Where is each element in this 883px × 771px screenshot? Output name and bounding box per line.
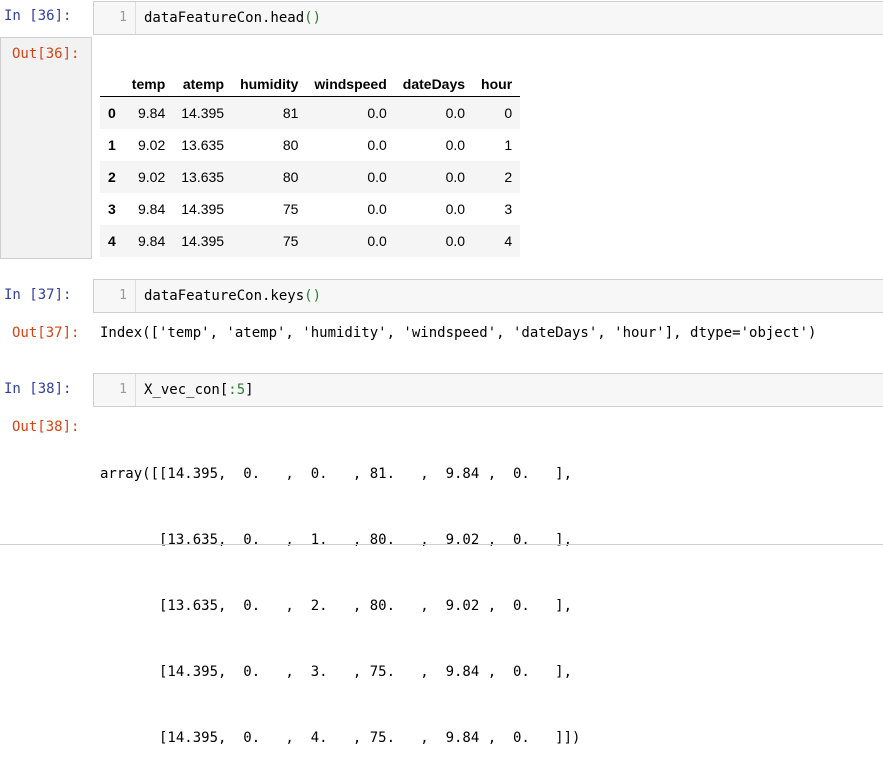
line-number: 1 <box>94 2 136 34</box>
code-text: dataFeatureCon.head <box>144 10 305 26</box>
cell-humidity: 81 <box>282 105 299 121</box>
code-line[interactable]: X_vec_con[:5] <box>144 374 254 406</box>
table-row: 1 9.02 13.635 80 0.0 0.0 1 <box>100 129 520 161</box>
cell-datedays: 0.0 <box>445 233 466 249</box>
column-header-windspeed: windspeed <box>306 60 395 97</box>
row-index: 3 <box>108 201 116 217</box>
column-header-temp: temp <box>123 60 174 97</box>
input-prompt-38: In [38]: <box>4 381 72 397</box>
cell-hour: 3 <box>504 201 513 217</box>
array-line: [13.635, 0. , 1. , 80. , 9.02 , 0. ], <box>100 532 573 548</box>
line-number: 1 <box>94 280 136 312</box>
column-header-humidity: humidity <box>232 60 307 97</box>
cell-temp: 9.84 <box>138 105 166 121</box>
output-prompt-38: Out[38]: <box>12 419 80 435</box>
code-paren: () <box>304 10 322 26</box>
cell-temp: 9.84 <box>138 233 166 249</box>
cell-atemp: 13.635 <box>181 137 225 153</box>
cell-temp: 9.84 <box>138 201 166 217</box>
code-text-end: ] <box>245 382 254 398</box>
cell-windspeed: 0.0 <box>367 233 387 249</box>
cell-datedays: 0.0 <box>445 201 466 217</box>
array-line: array([[14.395, 0. , 0. , 81. , 9.84 , 0… <box>100 466 573 482</box>
output-prompt-37: Out[37]: <box>12 325 80 341</box>
code-number: :5 <box>228 382 246 398</box>
code-input-36[interactable]: 1 dataFeatureCon.head() <box>93 1 883 35</box>
code-text: dataFeatureCon.keys <box>144 288 305 304</box>
array-line: [13.635, 0. , 2. , 80. , 9.02 , 0. ], <box>100 598 573 614</box>
cell-atemp: 14.395 <box>181 105 225 121</box>
cell-humidity: 80 <box>282 169 299 185</box>
cell-hour: 2 <box>504 169 513 185</box>
code-paren: () <box>304 288 322 304</box>
cell-temp: 9.02 <box>138 137 166 153</box>
cell-datedays: 0.0 <box>445 169 466 185</box>
table-row: 0 9.84 14.395 81 0.0 0.0 0 <box>100 96 521 129</box>
column-header-atemp: atemp <box>173 60 233 97</box>
cell-hour: 4 <box>504 233 513 249</box>
cell-humidity: 75 <box>282 201 299 217</box>
column-header-datedays: dateDays <box>394 60 474 97</box>
input-prompt-36: In [36]: <box>4 8 72 24</box>
output-collapse-toggle[interactable] <box>0 37 92 259</box>
column-header-index <box>100 60 124 97</box>
code-line[interactable]: dataFeatureCon.keys() <box>144 280 321 312</box>
cell-windspeed: 0.0 <box>367 169 387 185</box>
row-index: 4 <box>108 233 116 249</box>
code-input-38[interactable]: 1 X_vec_con[:5] <box>93 373 883 407</box>
column-header-hour: hour <box>473 60 521 97</box>
row-index: 2 <box>108 169 116 185</box>
output-prompt-36: Out[36]: <box>12 46 80 62</box>
output-array-38: array([[14.395, 0. , 0. , 81. , 9.84 , 0… <box>100 419 580 771</box>
code-text: X_vec_con[ <box>144 382 229 398</box>
cell-humidity: 80 <box>282 137 299 153</box>
table-row: 3 9.84 14.395 75 0.0 0.0 3 <box>100 193 520 225</box>
table-header-row: temp atemp humidity windspeed dateDays h… <box>100 60 521 97</box>
cell-temp: 9.02 <box>138 169 166 185</box>
cell-windspeed: 0.0 <box>367 105 387 121</box>
array-line: [14.395, 0. , 4. , 75. , 9.84 , 0. ]]) <box>100 730 581 746</box>
cell-humidity: 75 <box>282 233 299 249</box>
cell-hour: 1 <box>504 137 513 153</box>
dataframe-table: temp atemp humidity windspeed dateDays h… <box>100 60 521 257</box>
divider <box>0 544 883 545</box>
cell-atemp: 14.395 <box>181 201 225 217</box>
cell-datedays: 0.0 <box>445 137 466 153</box>
cell-windspeed: 0.0 <box>367 201 387 217</box>
cell-atemp: 14.395 <box>181 233 225 249</box>
row-index: 1 <box>108 137 116 153</box>
input-prompt-37: In [37]: <box>4 287 72 303</box>
code-input-37[interactable]: 1 dataFeatureCon.keys() <box>93 279 883 313</box>
output-text-37: Index(['temp', 'atemp', 'humidity', 'win… <box>100 325 817 341</box>
cell-windspeed: 0.0 <box>367 137 387 153</box>
code-line[interactable]: dataFeatureCon.head() <box>144 2 321 34</box>
row-index: 0 <box>108 105 116 121</box>
table-row: 2 9.02 13.635 80 0.0 0.0 2 <box>100 161 521 193</box>
cell-hour: 0 <box>504 105 513 121</box>
table-row: 4 9.84 14.395 75 0.0 0.0 4 <box>100 225 521 257</box>
cell-atemp: 13.635 <box>181 169 225 185</box>
line-number: 1 <box>94 374 136 406</box>
cell-datedays: 0.0 <box>445 105 466 121</box>
array-line: [14.395, 0. , 3. , 75. , 9.84 , 0. ], <box>100 664 573 680</box>
